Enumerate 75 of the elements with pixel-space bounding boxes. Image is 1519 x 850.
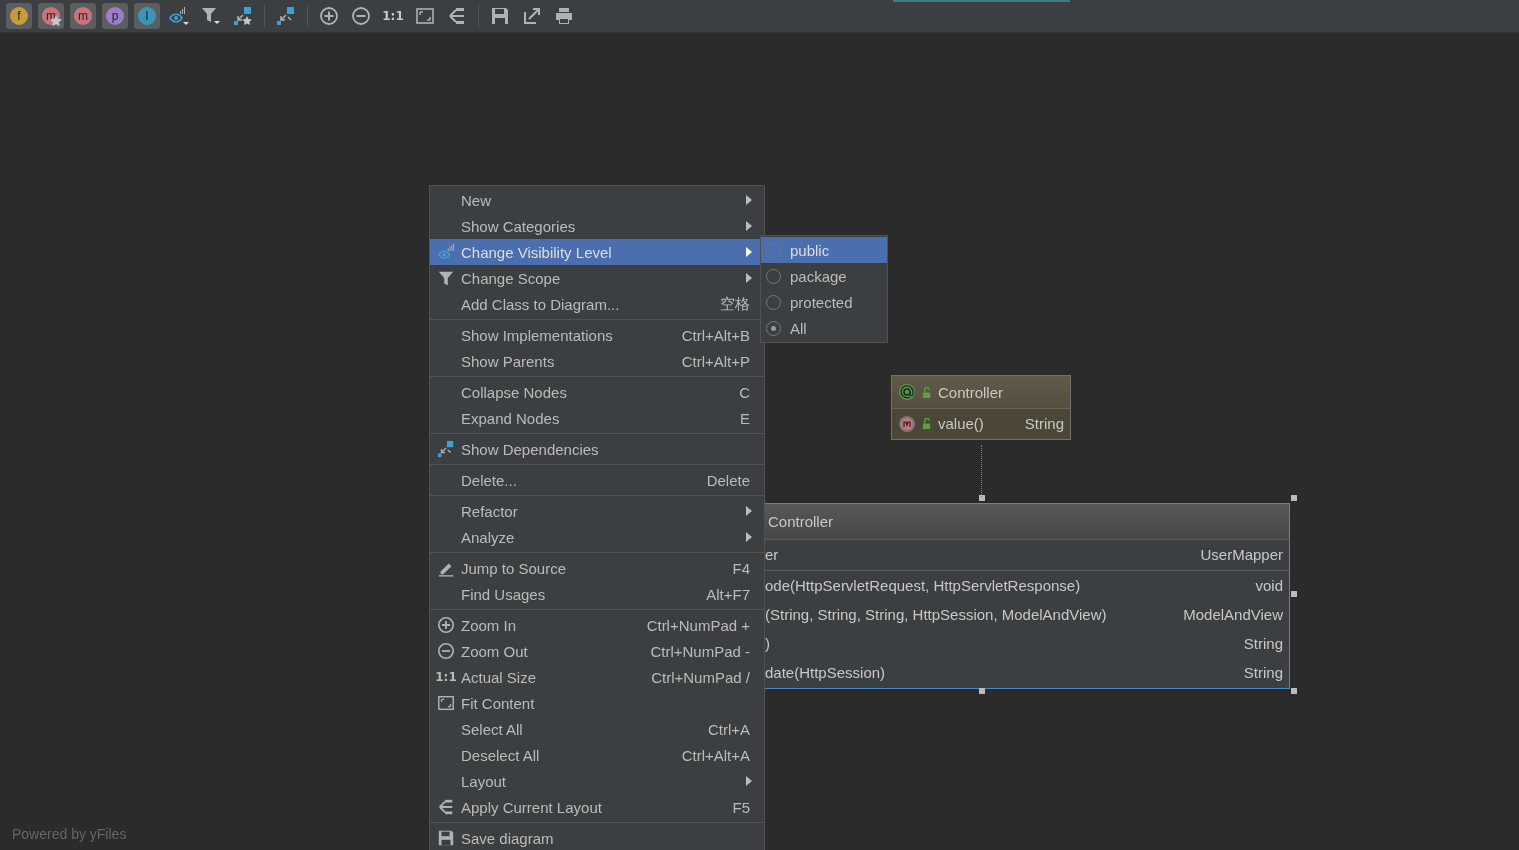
menu-item[interactable]: Select All Ctrl+A [430, 716, 764, 742]
member-name: value() [938, 415, 985, 432]
member-type: void [1255, 577, 1283, 594]
zoom-out-icon [351, 6, 371, 26]
member-type: String [1243, 664, 1283, 681]
radio-label: All [790, 319, 807, 337]
filter-toggle-button[interactable]: p [102, 3, 128, 29]
selection-handle[interactable] [1291, 688, 1297, 694]
menu-item[interactable]: New [430, 187, 764, 213]
menu-item[interactable]: package [761, 263, 887, 289]
filter-icon [201, 6, 221, 26]
lock-icon [921, 386, 932, 398]
menu-item[interactable]: Deselect All Ctrl+Alt+A [430, 742, 764, 768]
zoom-in-icon [319, 6, 339, 26]
radio-label: package [790, 267, 847, 285]
member-name: ode(HttpServletRequest, HttpServletResponse) [765, 577, 1082, 594]
member-type: ModelAndView [1183, 606, 1283, 623]
dependencies-star-icon [233, 6, 253, 26]
node-title: Controller [938, 383, 1005, 401]
fit-content-icon [437, 694, 455, 712]
powered-by-label: Powered by yFiles [12, 826, 127, 842]
fit-content-icon [415, 6, 435, 26]
menu-item[interactable]: Delete... Delete [430, 467, 764, 493]
filter-toggle-button[interactable]: m [70, 3, 96, 29]
actual-size-button[interactable]: 1:1 [380, 3, 406, 29]
menu-item[interactable]: Layout [430, 768, 764, 794]
menu-item[interactable]: Collapse Nodes C [430, 379, 764, 405]
menu-item[interactable]: public [761, 237, 887, 263]
menu-item[interactable]: Add Class to Diagram... 空格 [430, 291, 764, 317]
menu-item[interactable]: Show Implementations Ctrl+Alt+B [430, 322, 764, 348]
menu-item[interactable]: Fit Content [430, 690, 764, 716]
menu-item[interactable]: Expand Nodes E [430, 405, 764, 431]
member-type: String [1024, 415, 1064, 432]
member-type: String [1243, 635, 1283, 652]
menu-item[interactable]: Show Categories [430, 213, 764, 239]
layout-tree-icon [447, 6, 467, 26]
zoom-out-icon [437, 642, 455, 660]
selection-handle[interactable] [1291, 591, 1297, 597]
member-name: date(HttpSession) [765, 664, 887, 681]
filter-toggle-button[interactable]: I [134, 3, 160, 29]
menu-item[interactable]: Show Dependencies [430, 436, 764, 462]
save-icon [490, 6, 510, 26]
layout-tree-icon [437, 798, 455, 816]
visibility-icon [169, 6, 189, 26]
member-name: ) [765, 635, 771, 652]
lock-icon [921, 418, 932, 429]
save-icon [437, 829, 455, 847]
menu-item[interactable]: Save diagram [430, 825, 764, 850]
dependency-line [981, 445, 982, 497]
menu-item[interactable]: Apply Current Layout F5 [430, 794, 764, 820]
filter-toggle-button[interactable]: f [6, 3, 32, 29]
member-name: er [765, 546, 780, 563]
menu-item[interactable]: Change Scope [430, 265, 764, 291]
selection-handle[interactable] [979, 495, 985, 501]
selection-handle[interactable] [1291, 495, 1297, 501]
filter-icon [437, 269, 455, 287]
print-icon [554, 6, 574, 26]
selection-handle[interactable] [979, 688, 985, 694]
annotation-icon [899, 384, 915, 400]
dependencies-icon [276, 6, 296, 26]
export-icon [522, 6, 542, 26]
zoom-in-icon [437, 616, 455, 634]
menu-item[interactable]: Show Parents Ctrl+Alt+P [430, 348, 764, 374]
visibility-icon [437, 243, 455, 261]
member-name: (String, String, String, HttpSession, ModelAndView) [765, 606, 1108, 623]
annotation-node[interactable]: Controller value() String [891, 375, 1071, 440]
menu-item[interactable]: protected [761, 289, 887, 315]
dependencies-icon [437, 440, 455, 458]
method-icon [899, 415, 915, 432]
radio-label: public [790, 241, 830, 259]
node-title: Controller [768, 513, 835, 530]
member-type: UserMapper [1200, 546, 1283, 563]
radio-label: protected [790, 293, 853, 311]
filter-toggle-button[interactable]: m [38, 3, 64, 29]
menu-item[interactable]: All [761, 315, 887, 341]
